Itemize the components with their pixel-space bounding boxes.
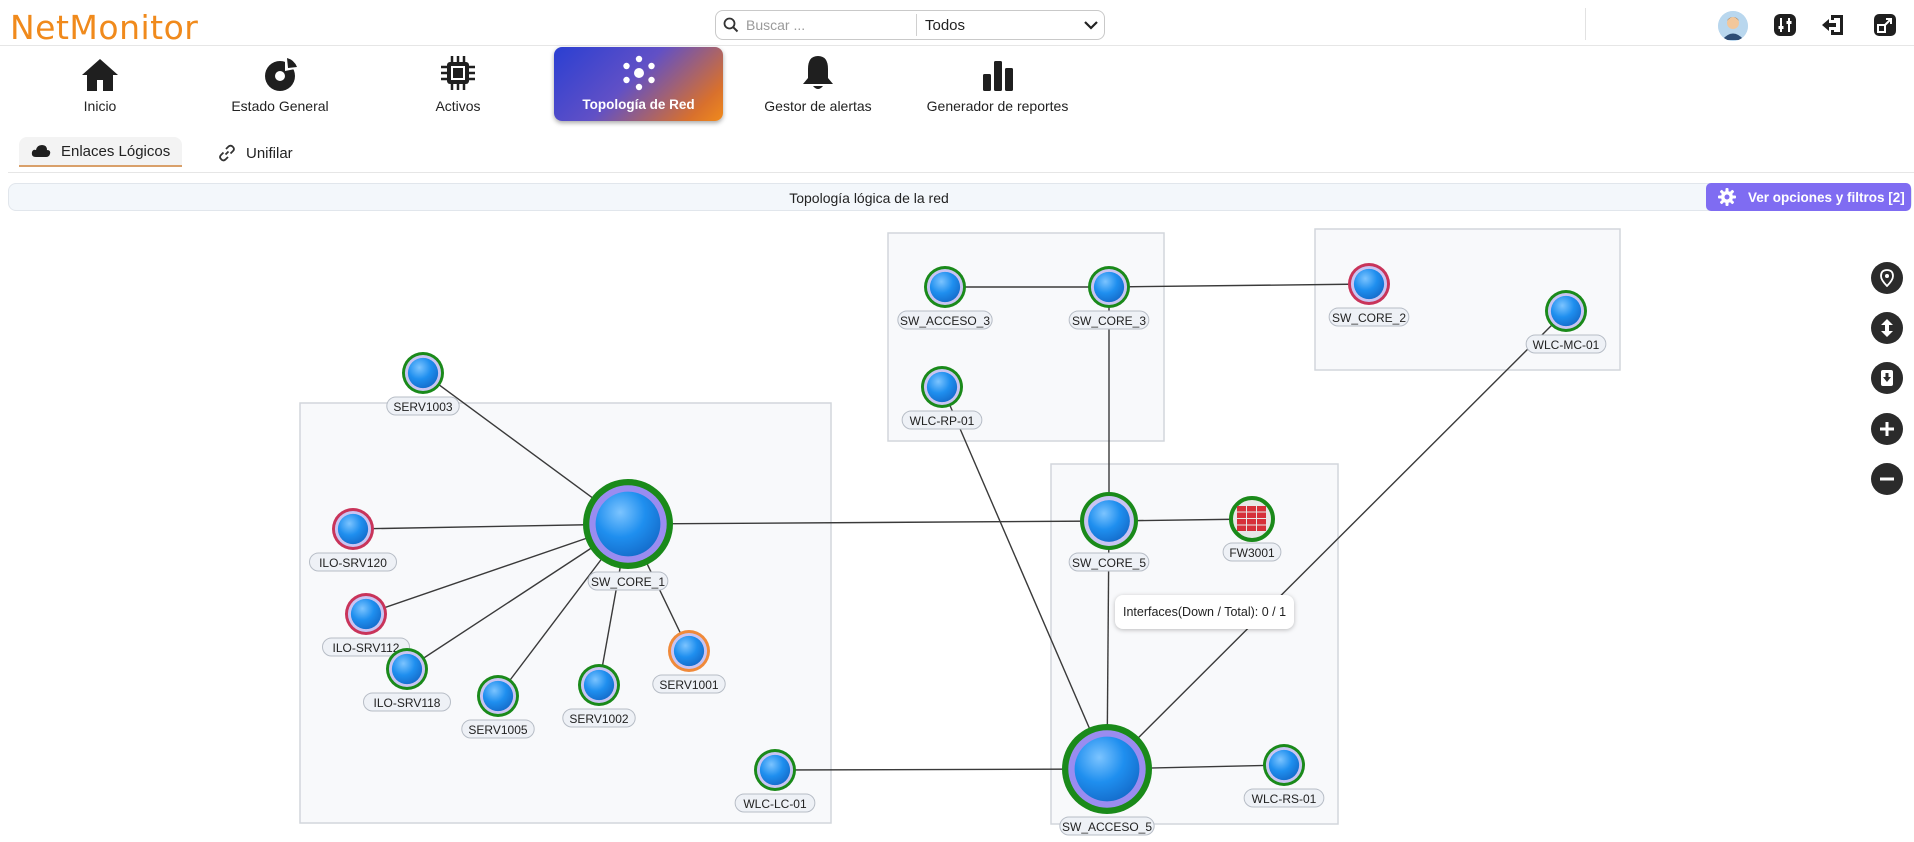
search-icon[interactable] [716,11,746,39]
node-label: ILO-SRV112 [333,641,400,655]
tab-label: Unifilar [246,144,293,162]
topology-node[interactable]: SERV1003 [386,352,460,416]
panel-header: Topología lógica de la red Ver opciones … [8,183,1912,211]
node-device-icon [1353,268,1385,300]
external-window-icon[interactable] [1872,12,1898,38]
node-device-icon [595,491,661,557]
node-device-icon [1093,271,1125,303]
node-label: SW_ACCESO_3 [900,314,990,328]
home-icon [81,48,119,92]
filter-select[interactable]: Todos [925,17,1078,34]
topology-node[interactable]: SW_CORE_1 [583,479,673,591]
nav-label: Activos [435,98,481,114]
nav-item-inicio[interactable]: Inicio [60,48,140,122]
nav-item-topologia[interactable]: Topología de Red [554,47,723,121]
top-bar: NetMonitor Todos [0,0,1914,47]
panel-title: Topología lógica de la red [789,190,949,206]
cpu-icon [439,48,477,92]
node-label: SW_CORE_3 [1072,314,1146,328]
app-root: NetMonitor Todos [0,0,1914,842]
node-device-icon [337,513,369,545]
node-device-icon [391,653,423,685]
link-icon [218,144,236,162]
nav-item-alertas[interactable]: Gestor de alertas [762,48,874,122]
node-device-icon [759,754,791,786]
link-tooltip: Interfaces(Down / Total): 0 / 1 [1115,595,1295,629]
header-divider [1585,8,1586,40]
divider [8,172,1914,173]
nav-label: Topología de Red [582,97,695,112]
node-label: ILO-SRV120 [319,556,387,570]
nav-label: Generador de reportes [926,98,1069,114]
nav-label: Estado General [231,98,329,114]
cloud-icon [31,144,51,158]
node-label: WLC-MC-01 [1533,338,1600,352]
app-logo[interactable]: NetMonitor [10,8,198,47]
gear-icon [1718,188,1736,206]
nav-item-reportes[interactable]: Generador de reportes [925,48,1070,122]
settings-sliders-icon[interactable] [1772,12,1798,38]
download-icon[interactable] [1871,362,1903,394]
search-input[interactable] [746,13,916,37]
dashboard-icon [262,48,298,92]
topology-graph[interactable]: SW_CORE_1 SERV1003 ILO-SRV120 ILO-SRV112 ILO… [0,215,1914,842]
node-label: WLC-RP-01 [910,414,975,428]
node-label: SERV1003 [393,400,452,414]
node-group-box [887,232,1165,442]
network-icon [621,47,657,91]
options-filters-label: Ver opciones y filtros [2] [1748,189,1905,205]
tab-unifilar[interactable]: Unifilar [218,138,293,168]
logout-icon[interactable] [1821,12,1847,38]
node-device-icon [926,371,958,403]
bell-icon [801,48,835,92]
node-label: SERV1005 [468,723,527,737]
node-label: SW_CORE_2 [1332,311,1406,325]
topology-node[interactable]: SW_ACCESO_5 [1059,724,1155,836]
nav-item-activos[interactable]: Activos [418,48,498,122]
node-device-icon [482,680,514,712]
node-label: SW_CORE_5 [1072,556,1146,570]
node-device-icon [350,598,382,630]
node-label: SW_CORE_1 [591,575,665,589]
bar-chart-icon [981,48,1015,92]
tab-enlaces-logicos[interactable]: Enlaces Lógicos [19,137,183,167]
location-pin-icon[interactable] [1871,262,1903,294]
chevron-down-icon[interactable] [1078,11,1104,39]
node-device-icon [673,635,705,667]
nav-label: Inicio [83,98,117,114]
node-label: WLC-RS-01 [1252,792,1317,806]
search-divider [916,14,917,36]
node-device-icon [929,271,961,303]
avatar[interactable] [1718,11,1748,41]
node-label: SERV1001 [659,678,718,692]
topology-link[interactable] [774,768,1108,771]
node-label: WLC-LC-01 [743,797,807,811]
node-label: FW3001 [1229,546,1275,560]
options-filters-button[interactable]: Ver opciones y filtros [2] [1706,183,1911,211]
nav-item-estado-general[interactable]: Estado General [225,48,335,122]
node-label: SW_ACCESO_5 [1062,820,1152,834]
node-device-icon [1088,500,1130,542]
node-device-icon [407,357,439,389]
node-label: ILO-SRV118 [374,696,441,710]
node-device-icon [1268,749,1300,781]
zoom-out-icon[interactable] [1871,463,1903,495]
search-bar: Todos [715,10,1105,40]
zoom-in-icon[interactable] [1871,413,1903,445]
node-label: SERV1002 [569,712,628,726]
node-device-icon [583,669,615,701]
nav-label: Gestor de alertas [764,98,872,114]
node-device-icon [1074,736,1140,802]
topology-canvas[interactable]: SW_CORE_1 SERV1003 ILO-SRV120 ILO-SRV112 ILO… [0,215,1914,842]
fit-vertical-icon[interactable] [1871,312,1903,344]
tab-label: Enlaces Lógicos [61,142,171,160]
node-device-icon [1550,295,1582,327]
